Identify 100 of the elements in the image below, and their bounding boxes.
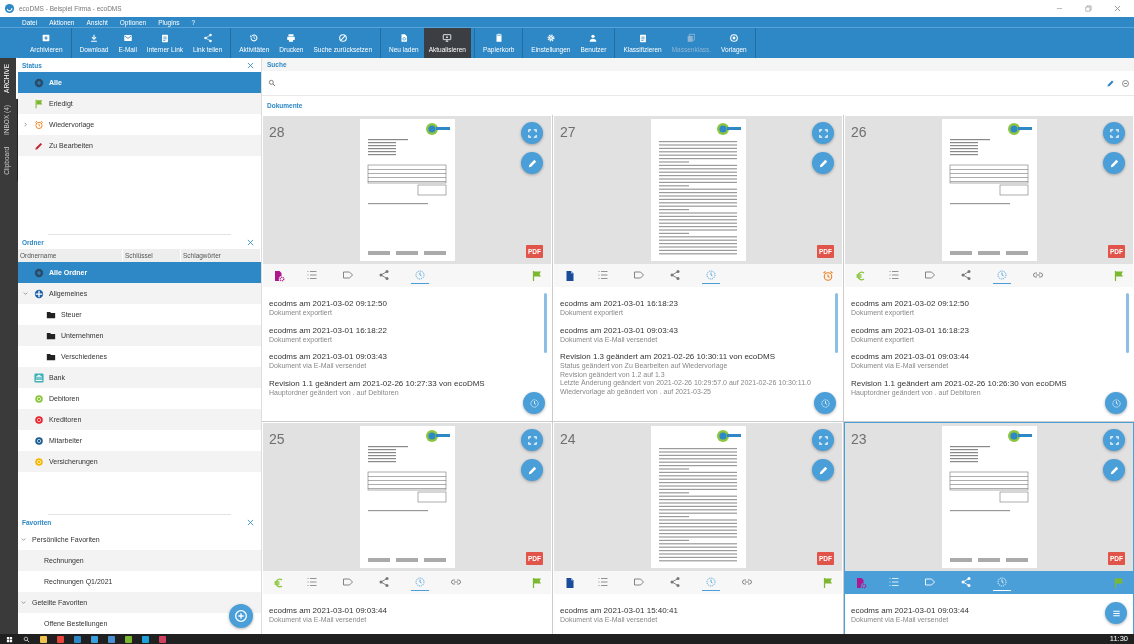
history-entry-title: ecodms am 2021-03-02 09:12:50 bbox=[269, 299, 387, 309]
minus-circle-icon[interactable] bbox=[1121, 78, 1130, 88]
fullscreen-button[interactable] bbox=[812, 429, 834, 451]
fullscreen-icon bbox=[1108, 127, 1120, 139]
share-icon bbox=[960, 269, 972, 281]
pencil-icon bbox=[1108, 464, 1120, 476]
taskbar-app-icon[interactable] bbox=[91, 635, 98, 643]
link-icon bbox=[450, 576, 462, 588]
history-button[interactable] bbox=[1105, 392, 1127, 414]
pencil-icon[interactable] bbox=[1106, 78, 1115, 88]
pencil-icon bbox=[526, 464, 538, 476]
taskbar-app-icon[interactable] bbox=[57, 635, 64, 643]
plus-circle-icon bbox=[34, 267, 44, 278]
document-number: 23 bbox=[851, 431, 867, 447]
clipboard-icon bbox=[637, 33, 648, 43]
tag-icon bbox=[633, 269, 645, 281]
edit-button[interactable] bbox=[521, 459, 543, 481]
monitor-icon bbox=[442, 33, 453, 43]
fullscreen-icon bbox=[526, 434, 538, 446]
list-button[interactable] bbox=[1105, 602, 1127, 624]
clock-icon bbox=[996, 269, 1008, 281]
history-button[interactable] bbox=[814, 392, 836, 414]
fullscreen-button[interactable] bbox=[812, 122, 834, 144]
prohibited-icon bbox=[337, 33, 348, 43]
clock-icon bbox=[528, 397, 540, 409]
app-logo-icon bbox=[4, 3, 15, 14]
taskbar-app-icon[interactable] bbox=[74, 635, 81, 643]
pencil-icon bbox=[817, 157, 829, 169]
close-icon[interactable] bbox=[246, 517, 255, 527]
history-entry-title: ecodms am 2021-03-01 09:03:44 bbox=[851, 352, 969, 362]
user-icon bbox=[588, 33, 599, 43]
taskbar-app-icon[interactable] bbox=[108, 635, 115, 643]
scrollbar[interactable] bbox=[835, 293, 838, 353]
list-icon bbox=[888, 269, 900, 281]
alarm-clock-icon bbox=[34, 119, 44, 130]
chevron-down-icon bbox=[22, 290, 29, 298]
fullscreen-button[interactable] bbox=[521, 429, 543, 451]
trash-icon bbox=[493, 33, 504, 43]
share-icon bbox=[669, 576, 681, 588]
close-icon[interactable] bbox=[246, 60, 255, 70]
document-card[interactable] bbox=[262, 115, 552, 421]
pencil-icon bbox=[817, 464, 829, 476]
history-entry-title: ecodms am 2021-03-02 09:12:50 bbox=[851, 299, 969, 309]
share-icon bbox=[202, 33, 213, 43]
history-entry-title: ecodms am 2021-03-01 16:18:23 bbox=[560, 299, 678, 309]
card-tab[interactable] bbox=[411, 267, 429, 284]
history-entry-title: ecodms am 2021-03-01 09:03:44 bbox=[851, 606, 969, 616]
edit-button[interactable] bbox=[521, 152, 543, 174]
edit-button[interactable] bbox=[812, 459, 834, 481]
document-card[interactable] bbox=[844, 115, 1134, 421]
fullscreen-icon bbox=[817, 434, 829, 446]
restore-icon[interactable] bbox=[1084, 4, 1093, 13]
search-icon[interactable] bbox=[23, 635, 30, 643]
windows-logo-icon[interactable] bbox=[6, 635, 13, 643]
scrollbar[interactable] bbox=[1126, 293, 1129, 353]
pencil-icon bbox=[1108, 157, 1120, 169]
history-entry-title: ecodms am 2021-03-01 09:03:43 bbox=[269, 352, 387, 362]
document-number: 28 bbox=[269, 124, 285, 140]
fullscreen-icon bbox=[526, 127, 538, 139]
card-tab[interactable] bbox=[993, 267, 1011, 284]
clock-icon bbox=[414, 576, 426, 588]
card-tab[interactable] bbox=[411, 574, 429, 591]
link-icon bbox=[1032, 269, 1044, 281]
fullscreen-button[interactable] bbox=[521, 122, 543, 144]
close-icon[interactable] bbox=[246, 237, 255, 247]
history-icon bbox=[249, 33, 260, 43]
history-entry-title: ecodms am 2021-03-01 09:03:43 bbox=[560, 325, 678, 336]
tag-icon bbox=[342, 269, 354, 281]
chevron-down-icon bbox=[20, 536, 27, 543]
scrollbar[interactable] bbox=[544, 293, 547, 353]
document-number: 27 bbox=[560, 124, 576, 140]
close-icon[interactable] bbox=[1113, 4, 1122, 13]
gear-icon bbox=[545, 33, 556, 43]
taskbar-app-icon[interactable] bbox=[125, 635, 132, 643]
envelope-icon bbox=[122, 33, 133, 43]
document-number: 25 bbox=[269, 431, 285, 447]
pencil-icon bbox=[34, 140, 44, 151]
edit-button[interactable] bbox=[1103, 459, 1125, 481]
fullscreen-button[interactable] bbox=[1103, 122, 1125, 144]
history-entry-title: ecodms am 2021-03-01 09:03:44 bbox=[269, 606, 387, 616]
flag-icon bbox=[34, 98, 44, 109]
card-tab[interactable] bbox=[702, 267, 720, 284]
link-icon bbox=[741, 576, 753, 588]
document-number: 26 bbox=[851, 124, 867, 140]
pencil-icon bbox=[526, 157, 538, 169]
taskbar-app-icon[interactable] bbox=[142, 635, 149, 643]
edit-button[interactable] bbox=[1103, 152, 1125, 174]
chevron-right-icon bbox=[22, 121, 29, 128]
add-button[interactable] bbox=[229, 604, 253, 628]
fullscreen-button[interactable] bbox=[1103, 429, 1125, 451]
taskbar-app-icon[interactable] bbox=[40, 635, 47, 643]
card-tab[interactable] bbox=[702, 574, 720, 591]
folder-icon bbox=[46, 309, 56, 320]
tag-icon bbox=[633, 576, 645, 588]
history-entry-title: Revision 1.1 geändert am 2021-02-26 10:27:33 von ecoDMS bbox=[269, 378, 485, 389]
history-entry-title: ecodms am 2021-03-01 15:40:41 bbox=[560, 606, 678, 616]
download-icon bbox=[88, 33, 99, 43]
edit-button[interactable] bbox=[812, 152, 834, 174]
history-button[interactable] bbox=[523, 392, 545, 414]
document-card[interactable] bbox=[553, 115, 843, 421]
